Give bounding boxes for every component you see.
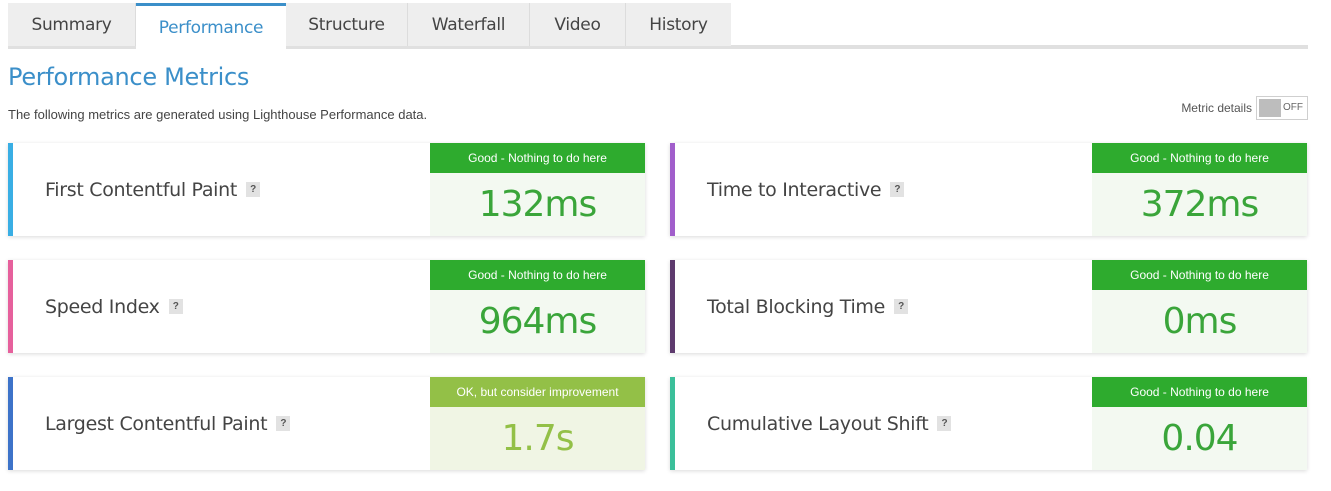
tab-label: Waterfall (431, 14, 506, 35)
tab-label: Video (554, 14, 601, 35)
score-box: Good - Nothing to do here 0.04 (1092, 377, 1307, 470)
tab-history[interactable]: History (626, 3, 731, 46)
metric-value: 132ms (430, 173, 645, 236)
metric-name: Speed Index (45, 295, 160, 318)
help-icon[interactable]: ? (894, 299, 909, 314)
status-badge: Good - Nothing to do here (1092, 143, 1307, 173)
metric-details-label: Metric details (1181, 101, 1252, 115)
score-box: Good - Nothing to do here 372ms (1092, 143, 1307, 236)
score-box: Good - Nothing to do here 0ms (1092, 260, 1307, 353)
metric-name: First Contentful Paint (45, 178, 238, 201)
score-box: Good - Nothing to do here 132ms (430, 143, 645, 236)
tab-summary[interactable]: Summary (8, 3, 136, 46)
score-box: Good - Nothing to do here 964ms (430, 260, 645, 353)
metric-card-total-blocking-time: Total Blocking Time ? Good - Nothing to … (670, 260, 1307, 353)
metric-value: 964ms (430, 290, 645, 353)
page-description: The following metrics are generated usin… (8, 107, 428, 122)
metric-name: Cumulative Layout Shift (707, 412, 929, 435)
metric-value: 0ms (1092, 290, 1307, 353)
status-badge: Good - Nothing to do here (430, 143, 645, 173)
metric-name-row: Time to Interactive ? (707, 143, 905, 236)
metric-card-cumulative-layout-shift: Cumulative Layout Shift ? Good - Nothing… (670, 377, 1307, 470)
metric-name-row: First Contentful Paint ? (45, 143, 261, 236)
help-icon[interactable]: ? (246, 182, 261, 197)
metric-value: 372ms (1092, 173, 1307, 236)
metric-name-row: Total Blocking Time ? (707, 260, 909, 353)
tab-label: History (649, 14, 708, 35)
page-title: Performance Metrics (8, 63, 250, 91)
metric-value: 1.7s (430, 407, 645, 470)
tab-structure[interactable]: Structure (286, 3, 408, 46)
tab-video[interactable]: Video (530, 3, 626, 46)
score-box: OK, but consider improvement 1.7s (430, 377, 645, 470)
tab-waterfall[interactable]: Waterfall (408, 3, 530, 46)
toggle-state-text: OFF (1283, 102, 1303, 113)
help-icon[interactable]: ? (890, 182, 905, 197)
tab-label: Summary (31, 14, 112, 35)
metric-name: Time to Interactive (707, 178, 882, 201)
metric-name: Total Blocking Time (707, 295, 886, 318)
status-badge: Good - Nothing to do here (1092, 260, 1307, 290)
toggle-knob (1259, 99, 1281, 117)
metric-card-time-to-interactive: Time to Interactive ? Good - Nothing to … (670, 143, 1307, 236)
help-icon[interactable]: ? (168, 299, 183, 314)
metric-details-toggle[interactable]: OFF (1256, 96, 1308, 120)
metric-name-row: Speed Index ? (45, 260, 183, 353)
tab-label: Performance (158, 17, 264, 38)
metric-card-largest-contentful-paint: Largest Contentful Paint ? OK, but consi… (8, 377, 645, 470)
help-icon[interactable]: ? (276, 416, 291, 431)
status-badge: Good - Nothing to do here (430, 260, 645, 290)
metric-card-first-contentful-paint: First Contentful Paint ? Good - Nothing … (8, 143, 645, 236)
metric-name-row: Largest Contentful Paint ? (45, 377, 291, 470)
tab-performance[interactable]: Performance (136, 3, 286, 49)
metric-card-speed-index: Speed Index ? Good - Nothing to do here … (8, 260, 645, 353)
help-icon[interactable]: ? (937, 416, 952, 431)
metric-details-control: Metric details OFF (1181, 96, 1308, 120)
metric-name: Largest Contentful Paint (45, 412, 268, 435)
status-badge: OK, but consider improvement (430, 377, 645, 407)
tab-bar: Summary Performance Structure Waterfall … (8, 3, 1308, 49)
metric-name-row: Cumulative Layout Shift ? (707, 377, 952, 470)
tab-label: Structure (308, 14, 385, 35)
status-badge: Good - Nothing to do here (1092, 377, 1307, 407)
metric-value: 0.04 (1092, 407, 1307, 470)
